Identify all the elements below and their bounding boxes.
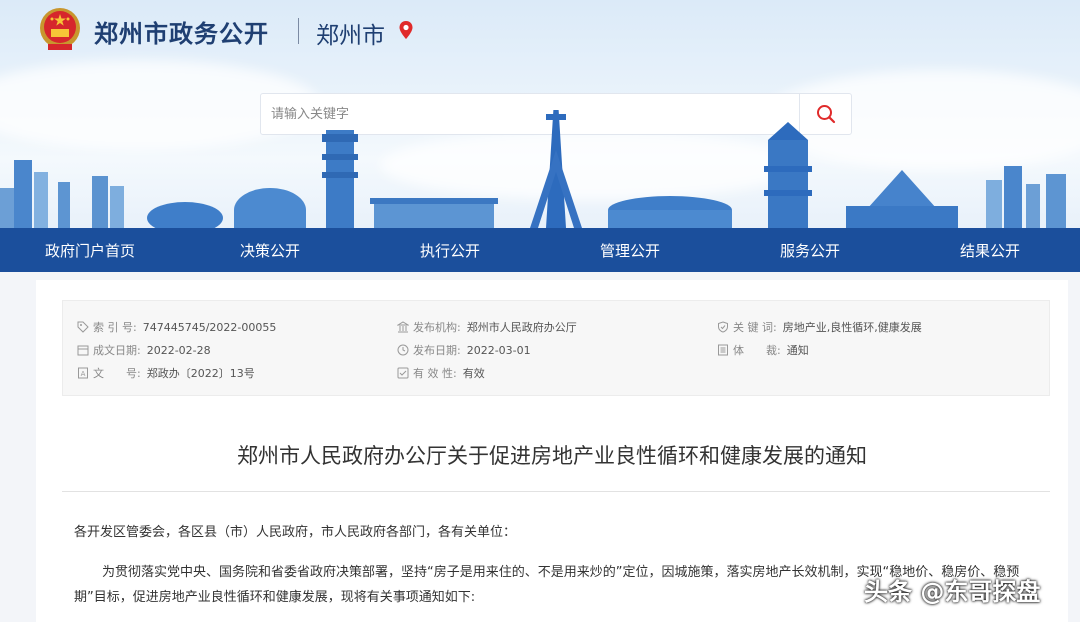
building-icon xyxy=(397,321,409,333)
list-icon xyxy=(718,344,728,356)
meta-created-date: 成文日期: 2022-02-28 xyxy=(77,342,211,358)
nav-item-execution[interactable]: 执行公开 xyxy=(360,228,540,272)
calendar-icon xyxy=(77,345,89,356)
meta-published-value: 2022-03-01 xyxy=(466,343,531,357)
title-divider-line xyxy=(62,491,1050,492)
meta-published-label: 发布日期: xyxy=(413,344,461,357)
nav-item-management[interactable]: 管理公开 xyxy=(540,228,720,272)
article-container: 索 引 号: 747445745/2022-00055 成文日期: 2022-0… xyxy=(36,280,1068,622)
meta-index: 索 引 号: 747445745/2022-00055 xyxy=(77,319,276,335)
meta-genre-value: 通知 xyxy=(786,344,809,357)
meta-doc-number: A 文 号: 郑政办〔2022〕13号 xyxy=(77,365,255,381)
meta-validity-label: 有 效 性: xyxy=(413,367,457,380)
meta-index-value: 747445745/2022-00055 xyxy=(142,320,277,334)
meta-org-value: 郑州市人民政府办公厅 xyxy=(466,321,577,334)
meta-org: 发布机构: 郑州市人民政府办公厅 xyxy=(397,319,577,335)
meta-org-label: 发布机构: xyxy=(413,321,461,334)
meta-created-value: 2022-02-28 xyxy=(146,343,211,357)
document-salutation: 各开发区管委会，各区县（市）人民政府，市人民政府各部门，各有关单位： xyxy=(74,525,517,540)
title-divider xyxy=(298,18,299,44)
meta-published-date: 发布日期: 2022-03-01 xyxy=(397,342,531,358)
meta-created-label: 成文日期: xyxy=(93,344,141,357)
nav-item-service[interactable]: 服务公开 xyxy=(720,228,900,272)
document-paragraph-line-2: 期”目标，促进房地产业良性循环和健康发展，现将有关事项通知如下: xyxy=(74,590,476,605)
site-title[interactable]: 郑州市政务公开 xyxy=(94,14,269,49)
header-banner: 郑州市政务公开 郑州市 xyxy=(0,0,1080,228)
nav-item-home[interactable]: 政府门户首页 xyxy=(0,228,180,272)
svg-text:A: A xyxy=(81,370,86,378)
meta-keywords: 关 键 词: 房地产业,良性循环,健康发展 xyxy=(717,319,922,335)
meta-index-label: 索 引 号: xyxy=(93,321,137,334)
document-metadata: 索 引 号: 747445745/2022-00055 成文日期: 2022-0… xyxy=(62,300,1050,396)
national-emblem-icon xyxy=(40,8,80,50)
clock-icon xyxy=(397,344,409,356)
tag-icon xyxy=(77,321,89,333)
document-title: 郑州市人民政府办公厅关于促进房地产业良性循环和健康发展的通知 xyxy=(237,444,867,468)
document-icon: A xyxy=(78,367,88,379)
location-pin-icon[interactable] xyxy=(398,20,414,40)
meta-keywords-value: 房地产业,良性循环,健康发展 xyxy=(782,321,922,334)
meta-docno-value: 郑政办〔2022〕13号 xyxy=(146,367,255,380)
meta-genre-label: 体 裁: xyxy=(733,344,781,357)
meta-keywords-label: 关 键 词: xyxy=(733,321,777,334)
main-nav: 政府门户首页 决策公开 执行公开 管理公开 服务公开 结果公开 xyxy=(0,228,1080,272)
city-name[interactable]: 郑州市 xyxy=(316,16,385,50)
check-document-icon xyxy=(397,367,409,379)
watermark-text: 头条 @东哥探盘 xyxy=(864,578,1041,606)
nav-item-results[interactable]: 结果公开 xyxy=(900,228,1080,272)
shield-check-icon xyxy=(718,321,728,333)
meta-validity: 有 效 性: 有效 xyxy=(397,365,485,381)
city-skyline-illustration xyxy=(0,110,1066,228)
nav-item-decision[interactable]: 决策公开 xyxy=(180,228,360,272)
meta-docno-label: 文 号: xyxy=(93,367,141,380)
meta-genre: 体 裁: 通知 xyxy=(717,342,809,358)
meta-validity-value: 有效 xyxy=(462,367,485,380)
